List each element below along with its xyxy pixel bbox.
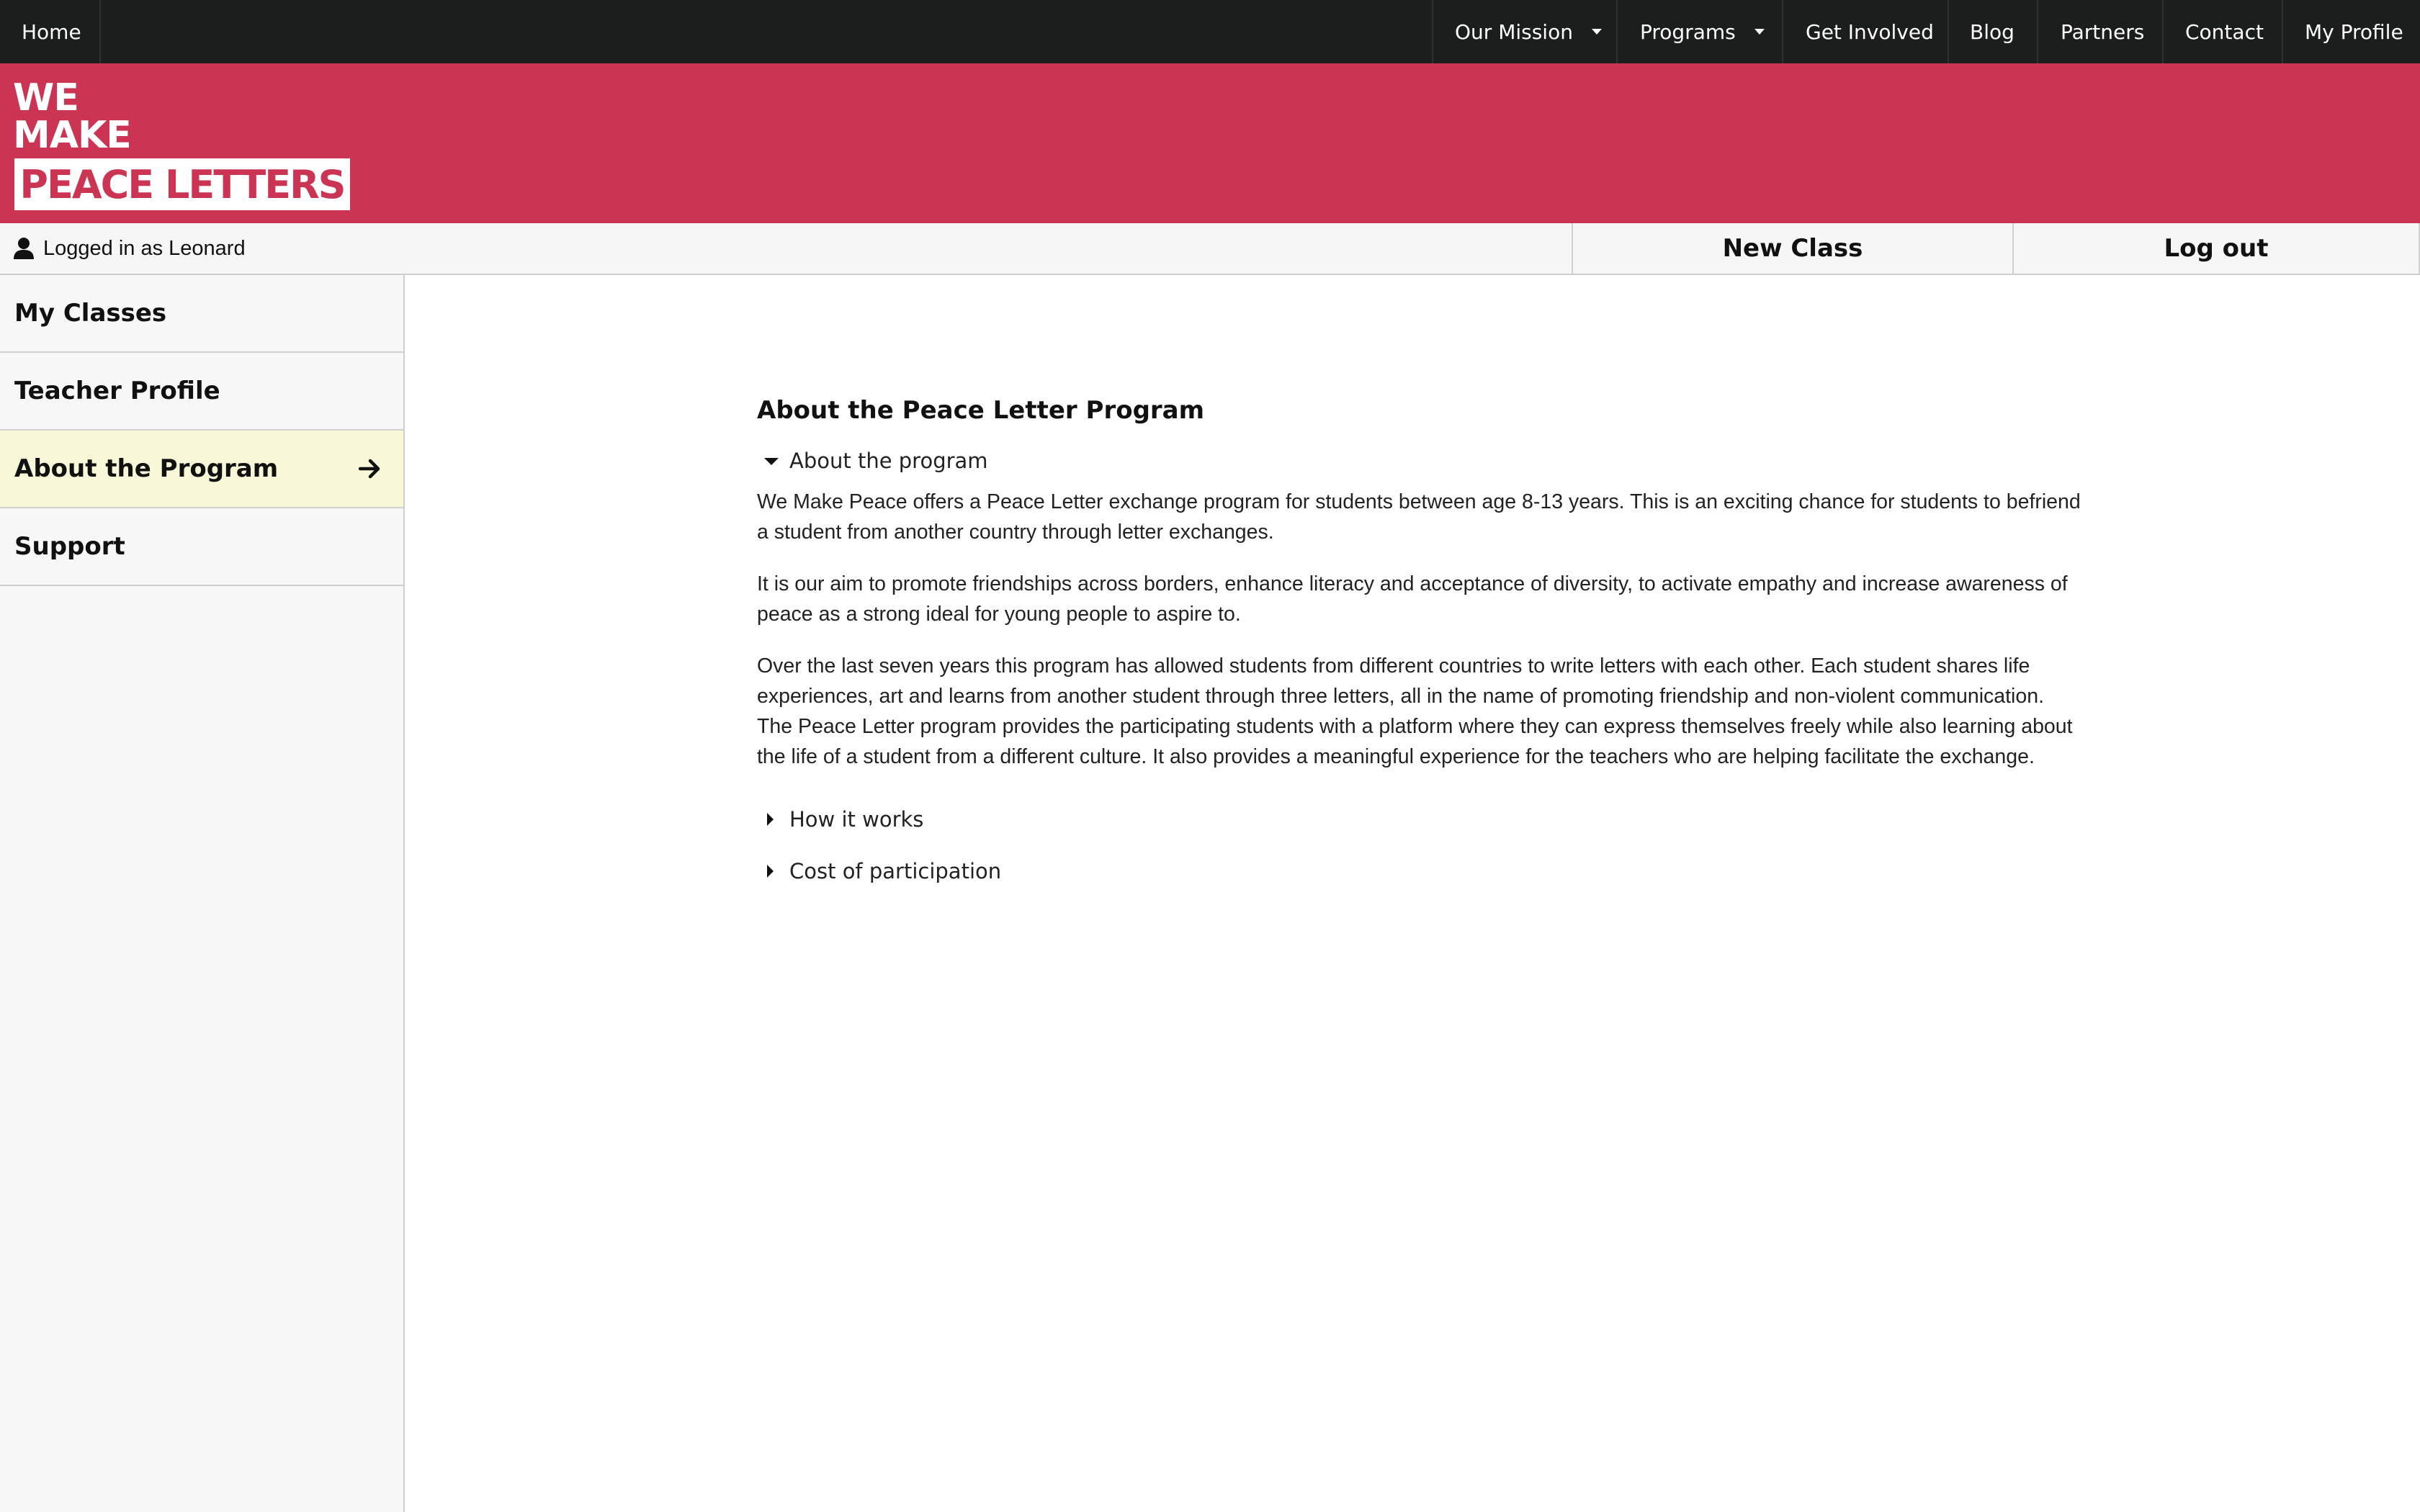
caret-down-icon [764,458,779,465]
chevron-down-icon [1754,29,1765,35]
section-about-the-program: About the program We Make Peace offers a… [757,435,2111,772]
site-logo[interactable]: WE MAKE PEACE LETTERS [0,63,360,223]
cost-of-participation-toggle[interactable]: Cost of participation [757,845,2111,897]
paragraph: Over the last seven years this program h… [757,654,2073,768]
how-it-works-toggle[interactable]: How it works [757,793,2111,845]
caret-right-icon [767,865,774,878]
nav-contact[interactable]: Contact [2162,0,2283,63]
paragraph: It is our aim to promote friendships acr… [757,572,2068,626]
nav-my-profile-label: My Profile [2305,19,2403,44]
sidebar-item-about-the-program[interactable]: About the Program [0,431,403,508]
nav-partners[interactable]: Partners [2037,0,2164,63]
sidebar-item-label: About the Program [14,454,279,483]
sidebar: My Classes Teacher Profile About the Pro… [0,275,405,1512]
logo-line-make: MAKE [13,114,132,157]
nav-home-link[interactable]: Home [0,0,101,63]
logout-button[interactable]: Log out [2012,223,2420,274]
nav-blog[interactable]: Blog [1948,0,2038,63]
sidebar-item-my-classes[interactable]: My Classes [0,275,403,353]
about-program-toggle[interactable]: About the program [757,435,2111,487]
nav-my-profile[interactable]: My Profile [2282,0,2420,63]
page-title: About the Peace Letter Program [757,396,1205,425]
nav-programs-label: Programs [1640,19,1736,44]
nav-get-involved-label: Get Involved [1806,19,1934,44]
nav-programs[interactable]: Programs [1616,0,1783,63]
top-navigation: Home Our Mission Programs Get Involved B… [0,0,2420,63]
section-summary-label: About the program [789,449,988,473]
caret-right-icon [767,813,774,826]
logo-peace-letters: PEACE LETTERS [14,158,350,210]
sidebar-item-label: Teacher Profile [14,377,220,405]
sidebar-item-support[interactable]: Support [0,508,403,586]
chevron-down-icon [1591,29,1602,35]
nav-our-mission[interactable]: Our Mission [1432,0,1618,63]
sidebar-item-teacher-profile[interactable]: Teacher Profile [0,353,403,431]
section-summary-label: How it works [789,807,924,832]
new-class-button[interactable]: New Class [1572,223,2012,274]
about-program-body: We Make Peace offers a Peace Letter exch… [757,487,2111,772]
nav-contact-label: Contact [2185,19,2264,44]
user-icon [14,238,34,259]
sidebar-item-label: Support [14,532,125,561]
account-bar: Logged in as Leonard New Class Log out [0,223,2420,275]
main-content: About the Peace Letter Program About the… [757,389,2111,897]
login-status: Logged in as Leonard [13,223,246,274]
sidebar-item-label: My Classes [14,299,167,328]
header-banner: WE MAKE PEACE LETTERS [0,63,2420,223]
nav-our-mission-label: Our Mission [1455,19,1573,44]
arrow-right-icon [359,459,380,479]
paragraph: We Make Peace offers a Peace Letter exch… [757,490,2081,544]
logo-line-we: WE [13,76,79,120]
login-status-text: Logged in as Leonard [43,236,246,260]
nav-blog-label: Blog [1970,19,2015,44]
nav-partners-label: Partners [2061,19,2145,44]
nav-get-involved[interactable]: Get Involved [1782,0,1949,63]
section-summary-label: Cost of participation [789,859,1002,883]
